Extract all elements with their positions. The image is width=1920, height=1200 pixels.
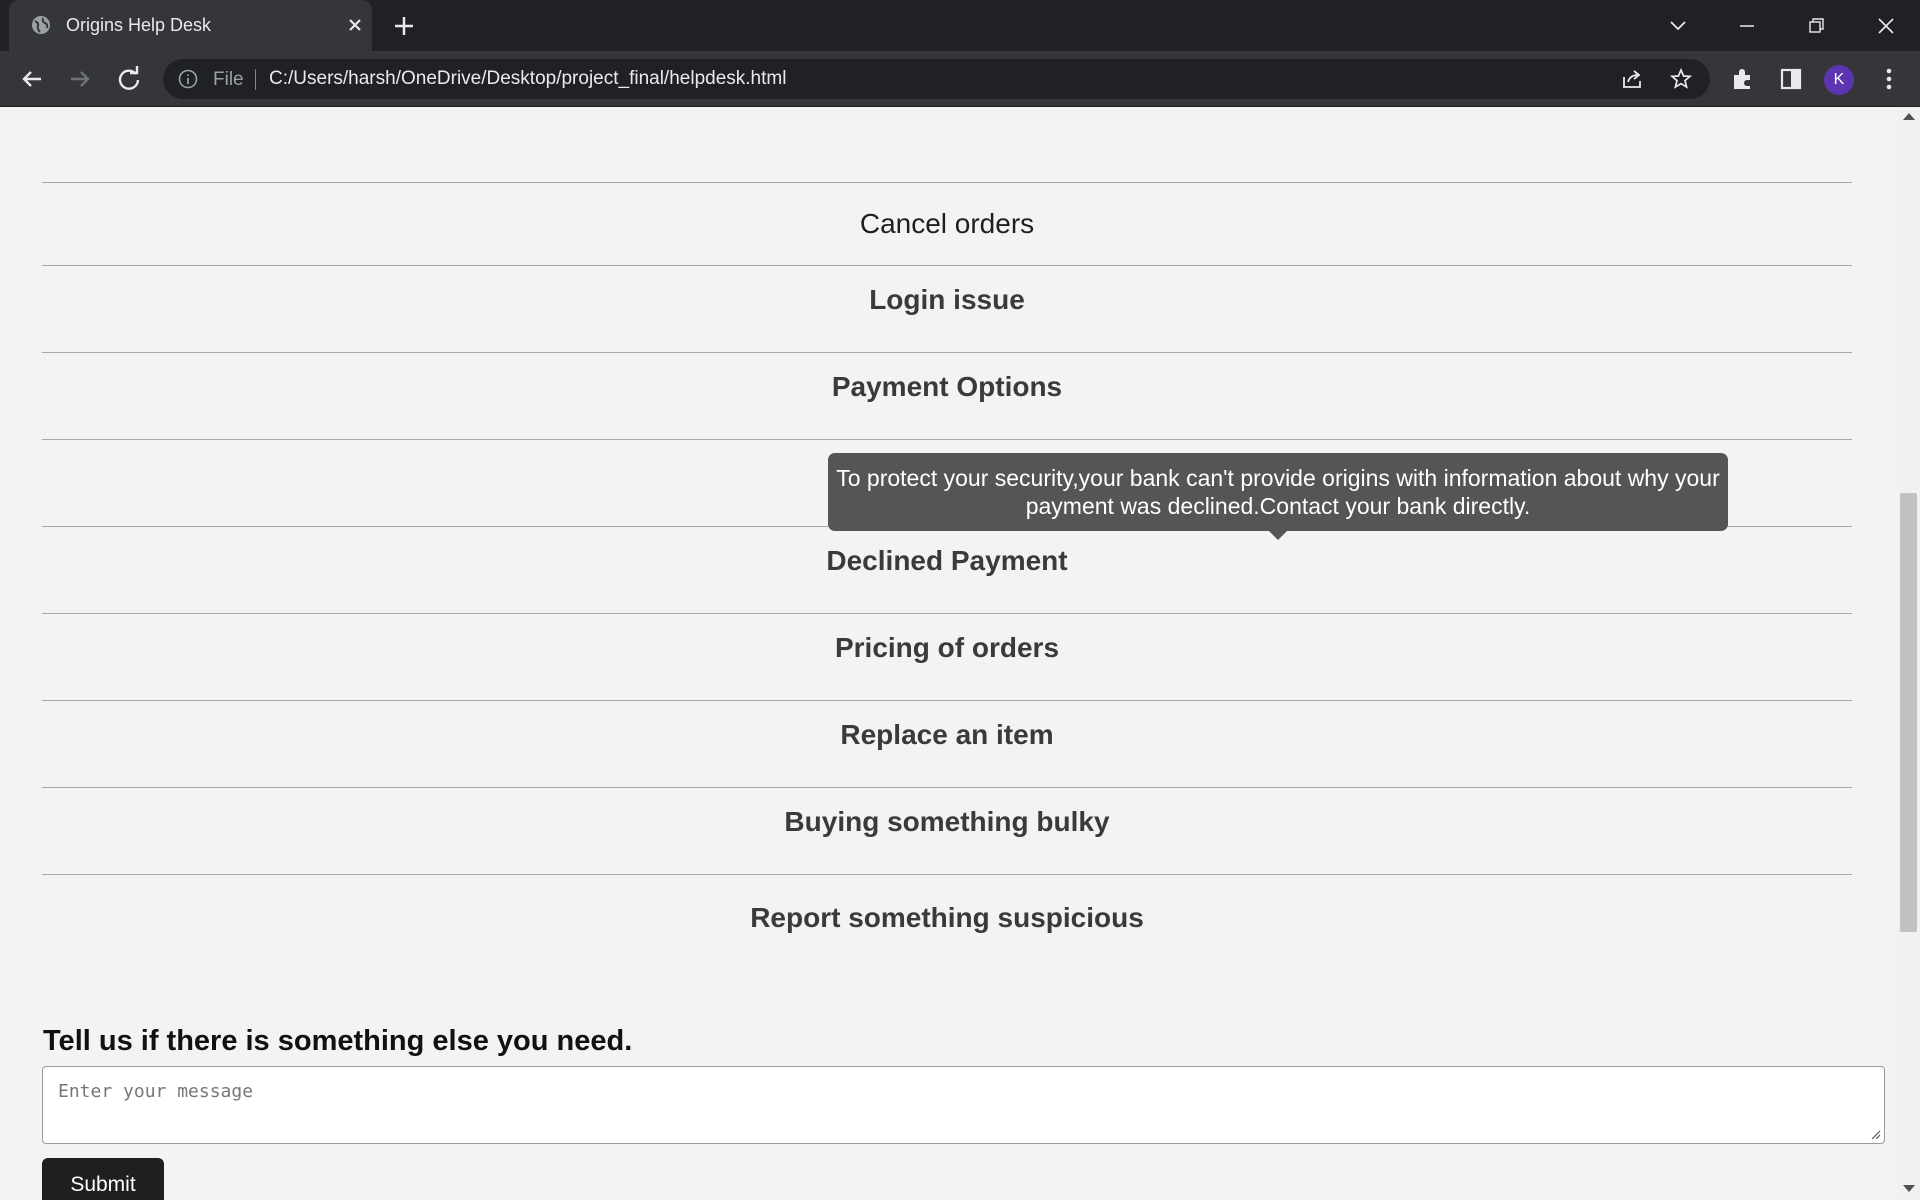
faq-item-report-suspicious[interactable]: Report something suspicious [42, 874, 1852, 961]
close-window-icon[interactable] [1868, 8, 1904, 44]
resize-grip-icon[interactable] [1869, 1128, 1881, 1140]
url-scheme-label: File [213, 69, 244, 90]
faq-item-cancel-orders[interactable]: Cancel orders [42, 182, 1852, 265]
url-text[interactable]: C:/Users/harsh/OneDrive/Desktop/project_… [269, 68, 786, 90]
faq-item-payment-options[interactable]: Payment Options [42, 352, 1852, 439]
side-panel-icon[interactable] [1778, 66, 1804, 92]
faq-label: Pricing of orders [834, 632, 1060, 663]
faq-label: Cancel orders [859, 208, 1035, 239]
share-icon[interactable] [1621, 68, 1643, 90]
faq-label: Payment Options [831, 371, 1063, 402]
faq-list: Cancel orders Login issue Payment Option… [42, 182, 1852, 961]
reload-icon[interactable] [113, 63, 145, 95]
faq-item-login-issue[interactable]: Login issue [42, 265, 1852, 352]
profile-avatar[interactable]: K [1824, 65, 1854, 95]
faq-item-replace-an-item[interactable]: Replace an item [42, 700, 1852, 787]
tab-search-icon[interactable] [1660, 8, 1696, 44]
browser-tab-active[interactable]: Origins Help Desk [9, 0, 372, 51]
faq-item-pricing-of-orders[interactable]: Pricing of orders [42, 613, 1852, 700]
page-scrollbar[interactable] [1897, 107, 1920, 1200]
page-viewport: Cancel orders Login issue Payment Option… [0, 107, 1897, 1200]
forward-icon[interactable] [64, 63, 96, 95]
address-bar[interactable]: File C:/Users/harsh/OneDrive/Desktop/pro… [163, 59, 1710, 99]
faq-label: Buying something bulky [784, 806, 1110, 837]
globe-icon [32, 16, 50, 34]
extensions-icon[interactable] [1730, 66, 1756, 92]
tooltip-arrow [1269, 531, 1287, 540]
bookmark-star-icon[interactable] [1669, 67, 1693, 91]
faq-label: Report something suspicious [750, 902, 1144, 933]
faq-label: Replace an item [840, 719, 1054, 750]
faq-item-buying-something-bulky[interactable]: Buying something bulky [42, 787, 1852, 874]
new-tab-icon[interactable] [390, 12, 418, 40]
scroll-thumb[interactable] [1900, 493, 1917, 932]
back-icon[interactable] [16, 63, 48, 95]
browser-toolbar: File C:/Users/harsh/OneDrive/Desktop/pro… [0, 51, 1920, 107]
close-tab-icon[interactable] [342, 12, 368, 38]
faq-label: Login issue [869, 284, 1025, 315]
submit-button[interactable]: Submit [42, 1158, 164, 1200]
minimize-icon[interactable] [1729, 8, 1765, 44]
message-textarea[interactable] [42, 1066, 1885, 1144]
divider [255, 69, 256, 90]
faq-item-declined-payment[interactable]: Declined Payment [42, 526, 1852, 613]
kebab-menu-icon[interactable] [1876, 66, 1902, 92]
scroll-up-arrow-icon[interactable] [1903, 113, 1915, 120]
faq-label: Declined Payment [826, 545, 1068, 576]
tooltip: To protect your security,your bank can't… [828, 453, 1728, 531]
scroll-down-arrow-icon[interactable] [1903, 1185, 1915, 1192]
info-icon[interactable] [178, 69, 198, 89]
restore-icon[interactable] [1798, 8, 1834, 44]
tab-title: Origins Help Desk [66, 15, 212, 35]
message-heading: Tell us if there is something else you n… [43, 1025, 633, 1057]
browser-titlebar: Origins Help Desk [0, 0, 1920, 51]
